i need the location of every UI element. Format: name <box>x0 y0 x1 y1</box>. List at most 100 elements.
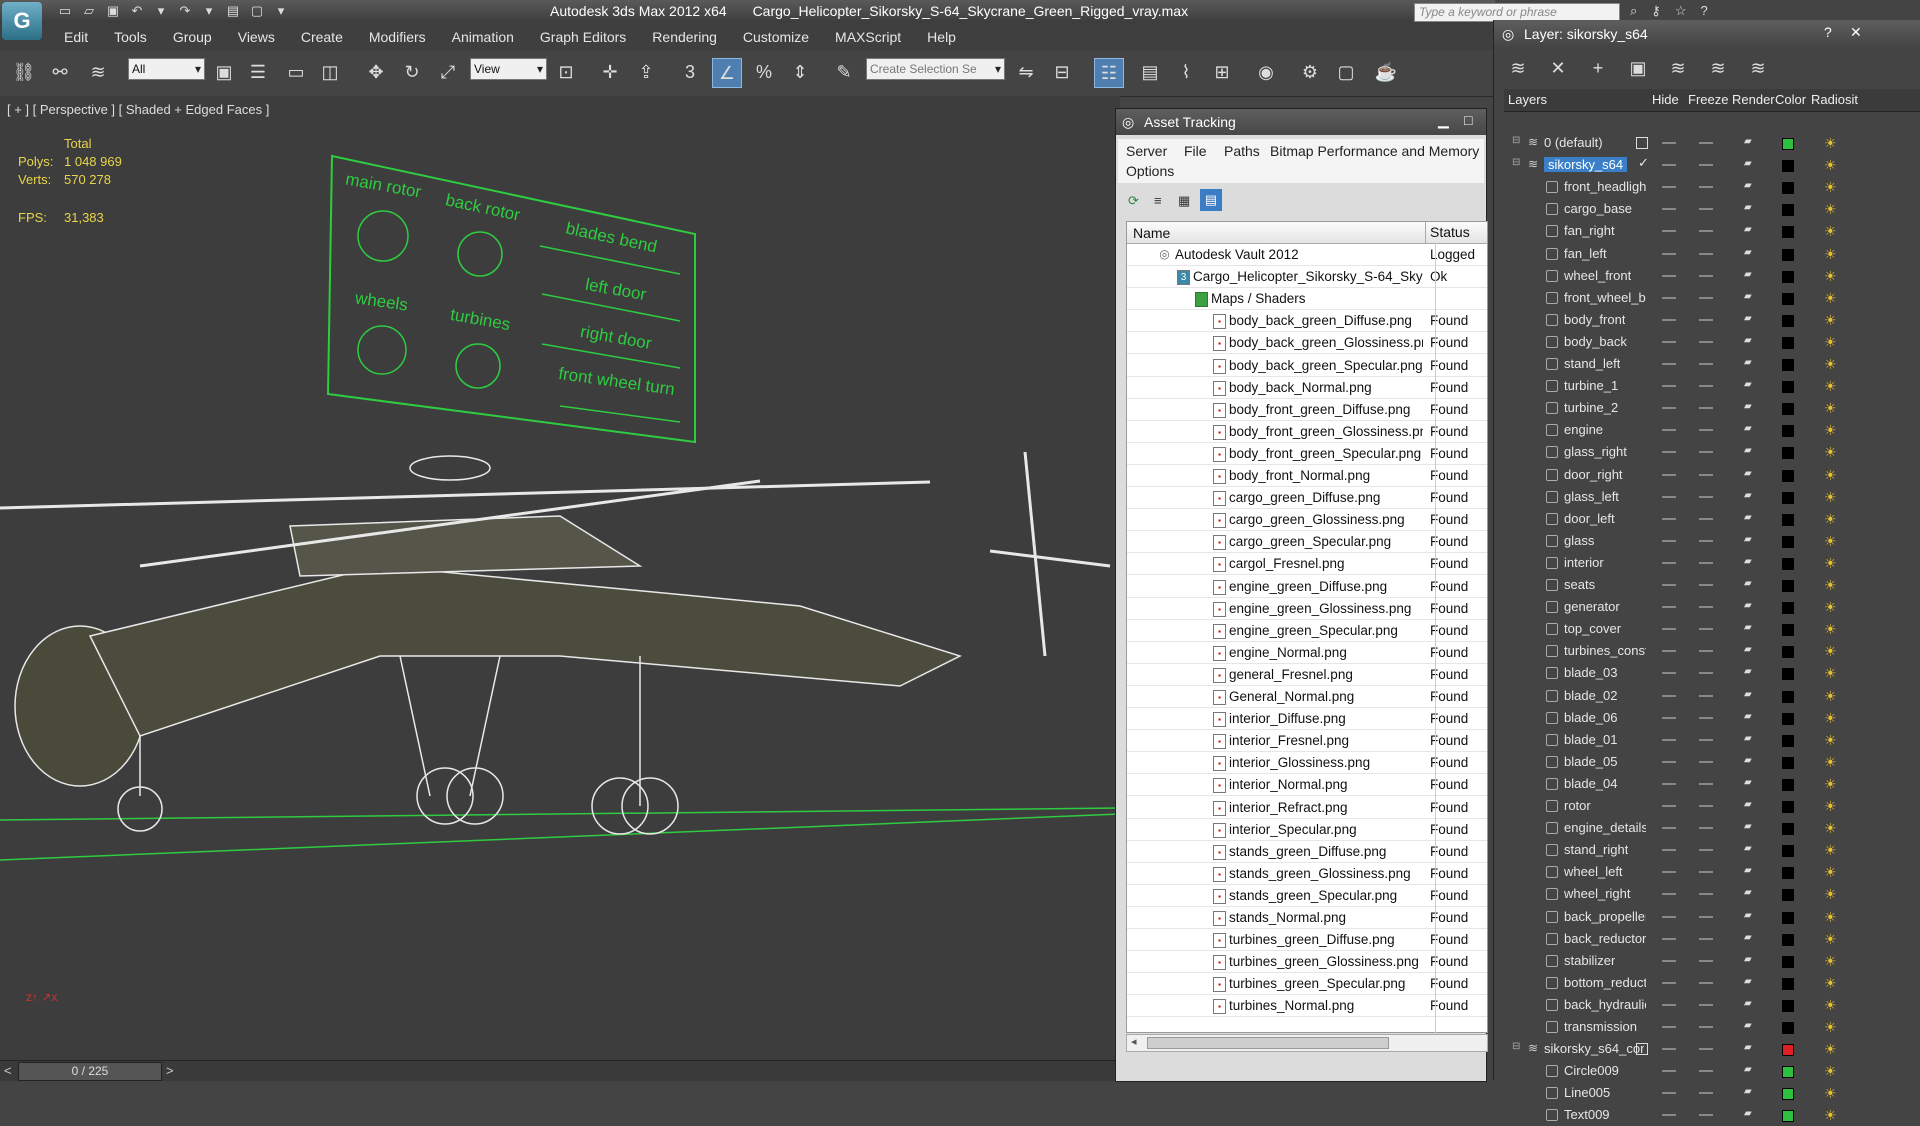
render-toggle-icon[interactable]: ▰ <box>1744 225 1756 235</box>
minimize-icon[interactable]: ▁ <box>1438 112 1449 129</box>
expand-toggle-icon[interactable]: ⊟ <box>1512 157 1520 168</box>
layer-object-row[interactable]: transmission ▰ ☀ <box>1504 1016 1920 1038</box>
customize-dropdown-icon[interactable]: ▾ <box>272 3 290 19</box>
layer-object-row[interactable]: Text009 ▰ ☀ <box>1504 1104 1920 1126</box>
redo-dropdown-icon[interactable]: ▾ <box>200 3 218 19</box>
favorites-star-icon[interactable]: ☆ <box>1675 3 1687 19</box>
column-layers[interactable]: Layers <box>1508 92 1547 107</box>
freeze-toggle[interactable] <box>1699 186 1713 189</box>
layer-object-row[interactable]: fan_left ▰ ☀ <box>1504 243 1920 265</box>
layer-object-row[interactable]: seats ▰ ☀ <box>1504 574 1920 596</box>
asset-row[interactable]: ▪ turbines_Normal.png Found <box>1127 995 1487 1018</box>
render-toggle-icon[interactable]: ▰ <box>1744 733 1756 744</box>
layer-object-row[interactable]: bottom_reductor ▰ ☀ <box>1504 972 1920 994</box>
radiosity-icon[interactable]: ☀ <box>1824 996 1842 1014</box>
color-swatch[interactable] <box>1782 513 1794 526</box>
select-object-icon[interactable]: ▣ <box>210 58 238 86</box>
render-toggle-icon[interactable]: ▰ <box>1744 247 1756 258</box>
menu-animation[interactable]: Animation <box>452 29 514 45</box>
freeze-toggle[interactable] <box>1699 694 1713 697</box>
color-swatch[interactable] <box>1782 1088 1794 1101</box>
snaps-toggle-icon[interactable]: 3 <box>676 58 704 86</box>
hide-toggle[interactable] <box>1662 407 1676 410</box>
freeze-toggle[interactable] <box>1699 650 1713 653</box>
undo-dropdown-icon[interactable]: ▾ <box>152 3 170 19</box>
color-swatch[interactable] <box>1782 557 1794 570</box>
render-toggle-icon[interactable]: ▰ <box>1744 601 1756 611</box>
schematic-view-icon[interactable]: ⊞ <box>1208 58 1236 86</box>
radiosity-icon[interactable]: ☀ <box>1824 267 1842 285</box>
freeze-toggle[interactable] <box>1699 782 1713 785</box>
freeze-toggle[interactable] <box>1699 893 1713 896</box>
layer-object-row[interactable]: door_right ▰ ☀ <box>1504 464 1920 486</box>
key-icon[interactable]: ⚷ <box>1651 3 1661 19</box>
freeze-toggle[interactable] <box>1699 981 1713 984</box>
select-and-link-icon[interactable]: ⛓ <box>10 58 38 86</box>
color-swatch[interactable] <box>1782 933 1794 946</box>
render-toggle-icon[interactable]: ▰ <box>1744 667 1756 677</box>
radiosity-icon[interactable]: ☀ <box>1824 355 1842 373</box>
radiosity-icon[interactable]: ☀ <box>1824 134 1842 152</box>
hide-toggle[interactable] <box>1662 363 1676 365</box>
menu-tools[interactable]: Tools <box>114 29 147 45</box>
freeze-toggle[interactable] <box>1699 1070 1713 1073</box>
freeze-toggle[interactable] <box>1699 208 1713 211</box>
hide-toggle[interactable] <box>1662 672 1676 675</box>
color-swatch[interactable] <box>1782 889 1794 902</box>
redo-icon[interactable]: ↷ <box>176 3 194 19</box>
radiosity-icon[interactable]: ☀ <box>1824 245 1842 263</box>
new-file-icon[interactable]: ▭ <box>56 3 74 19</box>
radiosity-icon[interactable]: ☀ <box>1824 1106 1842 1124</box>
pivot-center-icon[interactable]: ⊡ <box>552 58 580 86</box>
hide-toggle[interactable] <box>1662 937 1676 940</box>
radiosity-icon[interactable]: ☀ <box>1824 510 1842 528</box>
menu-server[interactable]: Server <box>1126 143 1167 159</box>
hide-toggle[interactable] <box>1662 296 1676 299</box>
radiosity-icon[interactable]: ☀ <box>1824 620 1842 638</box>
layer-object-row[interactable]: interior ▰ ☀ <box>1504 552 1920 574</box>
freeze-toggle[interactable] <box>1699 230 1713 233</box>
freeze-toggle[interactable] <box>1699 584 1713 586</box>
move-icon[interactable]: ✥ <box>362 58 390 86</box>
delete-layer-icon[interactable]: ✕ <box>1544 54 1572 82</box>
freeze-toggle[interactable] <box>1699 628 1713 631</box>
color-swatch[interactable] <box>1782 867 1794 880</box>
hide-toggle[interactable] <box>1662 694 1676 697</box>
render-toggle-icon[interactable]: ▰ <box>1744 137 1756 147</box>
keyboard-shortcut-override-icon[interactable]: ⇪ <box>632 58 660 86</box>
app-logo-icon[interactable]: G <box>2 2 42 40</box>
color-swatch[interactable] <box>1782 292 1794 305</box>
render-toggle-icon[interactable]: ▰ <box>1744 844 1756 854</box>
radiosity-icon[interactable]: ☀ <box>1824 1084 1842 1102</box>
freeze-toggle[interactable] <box>1699 473 1713 476</box>
project-folder-icon[interactable]: ▤ <box>224 3 242 19</box>
color-swatch[interactable] <box>1782 734 1794 747</box>
thumbnail-view-icon[interactable]: ▦ <box>1178 193 1190 209</box>
scrollbar-thumb[interactable] <box>1147 1037 1389 1049</box>
radiosity-icon[interactable]: ☀ <box>1824 863 1842 881</box>
layer-object-row[interactable]: glass ▰ ☀ <box>1504 530 1920 552</box>
hide-toggle[interactable] <box>1662 893 1676 896</box>
asset-row[interactable]: ▪ cargo_green_Diffuse.png Found <box>1127 487 1487 510</box>
hide-toggle[interactable] <box>1662 915 1676 918</box>
layer-object-row[interactable]: engine ▰ ☀ <box>1504 419 1920 441</box>
freeze-toggle[interactable] <box>1699 252 1713 255</box>
time-slider[interactable]: < 0 / 225 > <box>0 1060 1120 1081</box>
color-swatch[interactable] <box>1782 381 1794 394</box>
color-swatch[interactable] <box>1782 1044 1794 1057</box>
hide-toggle[interactable] <box>1662 1003 1676 1006</box>
layer-object-row[interactable]: fan_right ▰ ☀ <box>1504 220 1920 242</box>
color-swatch[interactable] <box>1782 1066 1794 1079</box>
perspective-viewport[interactable]: main rotor back rotor blades bend left d… <box>0 96 1120 1060</box>
layer-object-row[interactable]: blade_02 ▰ ☀ <box>1504 685 1920 707</box>
menu-edit[interactable]: Edit <box>64 29 88 45</box>
freeze-toggle[interactable] <box>1699 606 1713 609</box>
color-swatch[interactable] <box>1782 359 1794 371</box>
render-toggle-icon[interactable]: ▰ <box>1744 424 1756 434</box>
color-swatch[interactable] <box>1782 182 1794 195</box>
layer-object-row[interactable]: front_headlights ▰ ☀ <box>1504 176 1920 198</box>
render-toggle-icon[interactable]: ▰ <box>1744 512 1756 523</box>
asset-row[interactable]: ▪ engine_Normal.png Found <box>1127 642 1487 664</box>
asset-row[interactable]: ▪ turbines_green_Specular.png Found <box>1127 973 1487 996</box>
close-icon[interactable]: ✕ <box>1850 24 1862 41</box>
